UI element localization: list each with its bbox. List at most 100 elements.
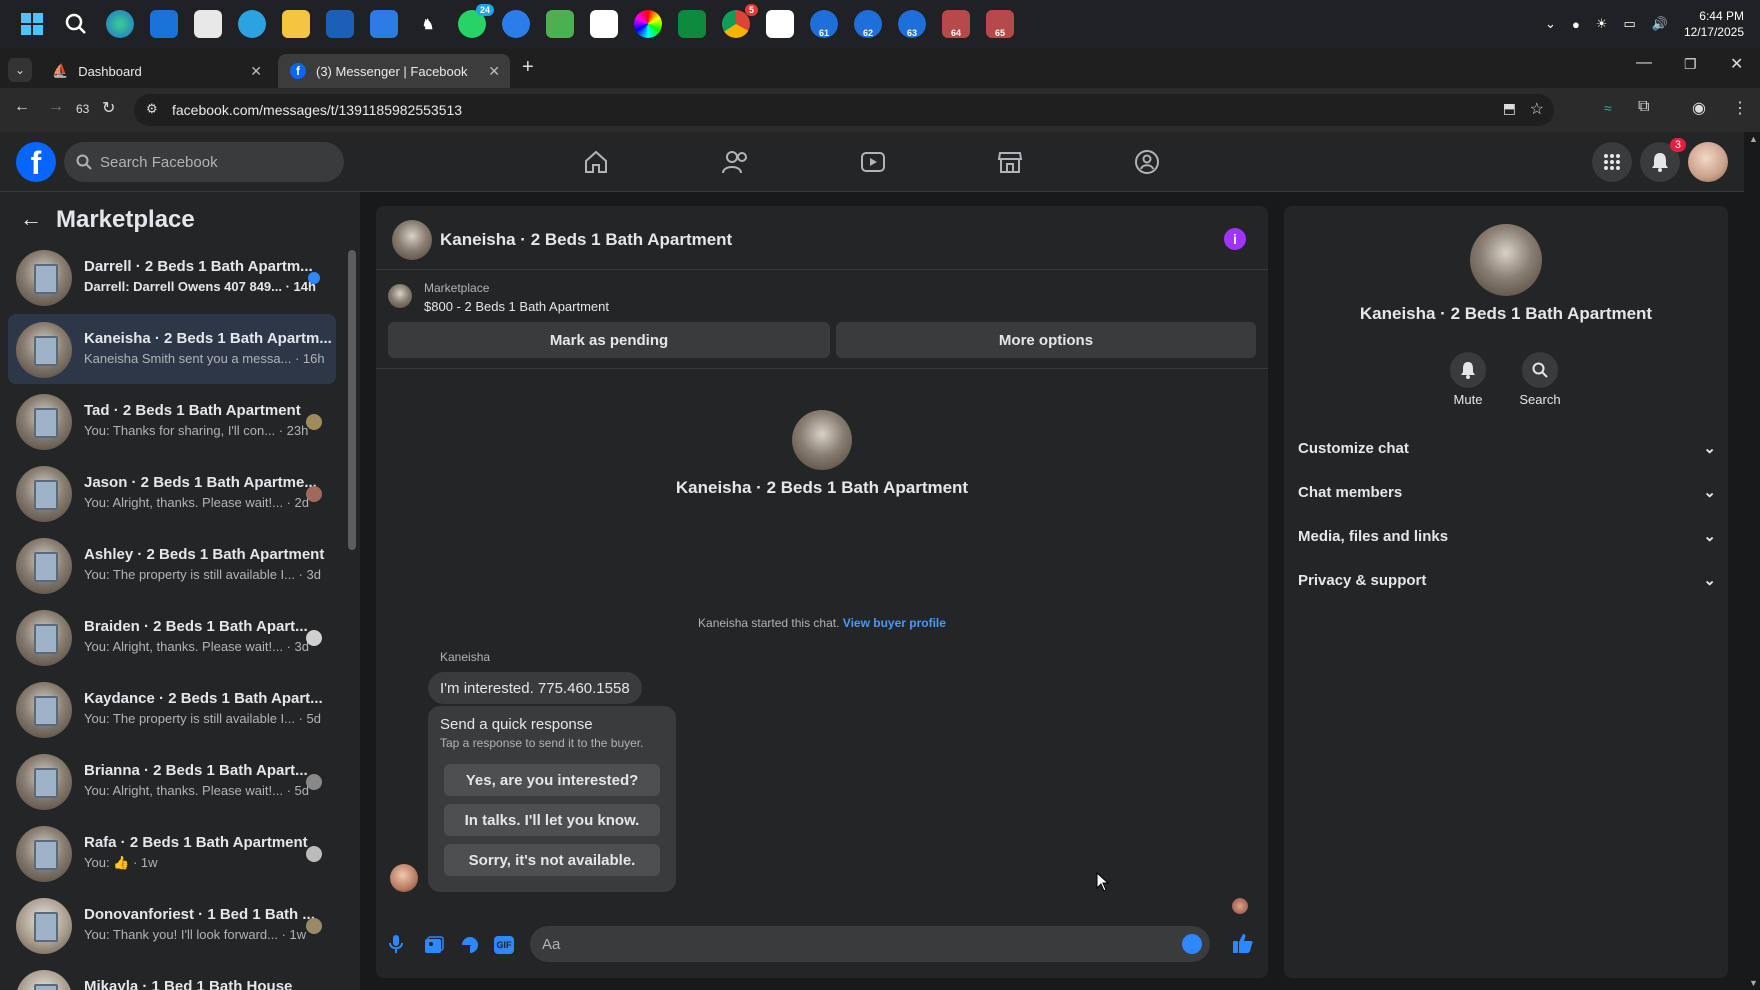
scroll-down-icon[interactable]: ▼ — [1749, 978, 1758, 988]
quick-reply-button[interactable]: In talks. I'll let you know. — [444, 804, 660, 836]
edge-profile-63-icon[interactable]: 63 — [898, 10, 926, 38]
lock-app-icon[interactable] — [546, 10, 574, 38]
chat-center-avatar[interactable] — [792, 410, 852, 470]
conversation-item-darrell[interactable]: Darrell · 2 Beds 1 Bath Apartm... Darrel… — [8, 242, 336, 312]
account-avatar[interactable] — [1688, 142, 1728, 182]
file-explorer-icon[interactable] — [282, 10, 310, 38]
display-icon[interactable]: ▭ — [1623, 16, 1635, 32]
back-icon[interactable]: ← — [14, 98, 30, 116]
page-scrollbar[interactable]: ▲ ▼ — [1746, 132, 1760, 990]
tab-messenger[interactable]: f (3) Messenger | Facebook ✕ — [278, 54, 510, 88]
figure-app-icon[interactable]: ♞ — [414, 10, 442, 38]
reload-icon[interactable]: ↻ — [102, 98, 115, 118]
sailing-app-icon-2[interactable] — [766, 10, 794, 38]
chat-title[interactable]: Kaneisha · 2 Beds 1 Bath Apartment — [440, 230, 732, 250]
extension-icon[interactable]: ≈ — [1604, 100, 1612, 116]
friends-nav-icon[interactable] — [716, 144, 756, 180]
edge-profile-65-icon[interactable]: 65 — [986, 10, 1014, 38]
emoji-icon[interactable] — [1182, 934, 1202, 954]
groups-nav-icon[interactable] — [1127, 144, 1167, 180]
conversation-item-kaydance[interactable]: Kaydance · 2 Beds 1 Bath Apart... You: T… — [8, 674, 336, 744]
conversation-item-mikayla[interactable]: Mikayla · 1 Bed 1 Bath House — [8, 962, 336, 990]
edge-browser-icon[interactable] — [106, 10, 134, 38]
mute-button[interactable] — [1450, 352, 1486, 388]
customize-chat-row[interactable]: Customize chat ⌄ — [1298, 428, 1716, 468]
store-icon[interactable] — [194, 10, 222, 38]
telegram-icon[interactable] — [238, 10, 266, 38]
color-wheel-icon[interactable] — [634, 10, 662, 38]
bookmark-star-icon[interactable]: ☆ — [1530, 99, 1544, 119]
more-options-button[interactable]: More options — [836, 322, 1256, 358]
minimize-window-icon[interactable]: — — [1636, 54, 1652, 72]
sailing-app-icon[interactable] — [590, 10, 618, 38]
install-app-icon[interactable]: ⬒ — [1503, 100, 1516, 117]
restore-window-icon[interactable]: ❐ — [1684, 56, 1697, 73]
privacy-support-row[interactable]: Privacy & support ⌄ — [1298, 560, 1716, 600]
profile-icon[interactable]: ◉ — [1692, 98, 1706, 118]
tab-list-dropdown-icon[interactable]: ⌄ — [8, 58, 32, 82]
conversation-item-braiden[interactable]: Braiden · 2 Beds 1 Bath Apart... You: Al… — [8, 602, 336, 672]
menu-kebab-icon[interactable]: ⋮ — [1732, 98, 1748, 118]
edge-profile-64-icon[interactable]: 64 — [942, 10, 970, 38]
outlook-icon[interactable] — [150, 10, 178, 38]
oo-app-icon[interactable] — [678, 10, 706, 38]
app-icon[interactable] — [370, 10, 398, 38]
close-tab-icon[interactable]: ✕ — [250, 63, 262, 80]
quick-reply-button[interactable]: Yes, are you interested? — [444, 764, 660, 796]
chrome-icon[interactable]: 5 — [722, 4, 758, 38]
sticker-icon[interactable] — [460, 935, 480, 960]
microphone-icon[interactable] — [388, 934, 404, 959]
conversation-scrollbar[interactable] — [348, 244, 356, 804]
listing-detail[interactable]: $800 - 2 Beds 1 Bath Apartment — [424, 299, 609, 314]
brightness-icon[interactable]: ☀ — [1596, 16, 1608, 32]
scroll-up-icon[interactable]: ▲ — [1749, 134, 1758, 144]
conversation-item-donovanforiest[interactable]: Donovanforiest · 1 Bed 1 Bath ... You: T… — [8, 890, 336, 960]
mark-as-pending-button[interactable]: Mark as pending — [388, 322, 830, 358]
listing-thumb[interactable] — [388, 284, 412, 308]
close-tab-icon[interactable]: ✕ — [488, 63, 500, 80]
notepad-icon[interactable] — [326, 10, 354, 38]
marketplace-nav-icon[interactable] — [990, 144, 1030, 180]
forward-icon[interactable]: → — [48, 98, 64, 116]
conversation-item-kaneisha[interactable]: Kaneisha · 2 Beds 1 Bath Apartm... Kanei… — [8, 314, 336, 384]
clock[interactable]: 6:44 PM 12/17/2025 — [1684, 8, 1744, 40]
facebook-search-input[interactable]: Search Facebook — [64, 142, 344, 182]
notifications-button[interactable]: 3 — [1640, 138, 1686, 182]
address-bar[interactable]: ⚙ facebook.com/messages/t/13911859825535… — [134, 94, 1554, 126]
chevron-up-icon[interactable]: ⌄ — [1545, 16, 1556, 32]
tab-dashboard[interactable]: ⛵ Dashboard ✕ — [40, 54, 272, 88]
security-icon[interactable]: ● — [1572, 17, 1580, 32]
site-info-icon[interactable]: ⚙ — [146, 101, 158, 117]
conversation-item-jason[interactable]: Jason · 2 Beds 1 Bath Apartme... You: Al… — [8, 458, 336, 528]
info-icon[interactable]: i — [1224, 228, 1246, 250]
search-icon[interactable] — [62, 10, 90, 38]
edge-profile-62-icon[interactable]: 62 — [854, 10, 882, 38]
chat-members-row[interactable]: Chat members ⌄ — [1298, 472, 1716, 512]
conversation-item-brianna[interactable]: Brianna · 2 Beds 1 Bath Apart... You: Al… — [8, 746, 336, 816]
video-nav-icon[interactable] — [853, 144, 893, 180]
back-arrow-icon[interactable]: ← — [20, 206, 42, 232]
home-nav-icon[interactable] — [576, 144, 616, 180]
quick-reply-button[interactable]: Sorry, it's not available. — [444, 844, 660, 876]
close-window-icon[interactable]: ✕ — [1730, 54, 1743, 74]
extensions-puzzle-icon[interactable]: ⧉ — [1638, 98, 1649, 116]
windows-start-icon[interactable] — [18, 10, 46, 38]
message-bubble[interactable]: I'm interested. 775.460.1558 — [428, 672, 642, 704]
conversation-item-rafa[interactable]: Rafa · 2 Beds 1 Bath Apartment You: 👍 · … — [8, 818, 336, 888]
photo-icon[interactable] — [424, 936, 444, 959]
scrollbar-thumb[interactable] — [348, 250, 356, 550]
view-buyer-profile-link[interactable]: View buyer profile — [843, 616, 946, 630]
info-avatar[interactable] — [1470, 224, 1542, 296]
menu-grid-button[interactable] — [1592, 142, 1632, 182]
media-files-links-row[interactable]: Media, files and links ⌄ — [1298, 516, 1716, 556]
message-input[interactable]: Aa — [530, 926, 1210, 962]
volume-icon[interactable]: 🔊 — [1652, 16, 1668, 32]
edge-profile-61-icon[interactable]: 61 — [810, 10, 838, 38]
conversation-item-tad[interactable]: Tad · 2 Beds 1 Bath Apartment You: Thank… — [8, 386, 336, 456]
facebook-logo-icon[interactable]: f — [16, 142, 56, 182]
sender-avatar[interactable] — [390, 864, 418, 892]
search-in-chat-button[interactable] — [1522, 352, 1558, 388]
conversation-item-ashley[interactable]: Ashley · 2 Beds 1 Bath Apartment You: Th… — [8, 530, 336, 600]
whatsapp-icon[interactable]: 24 — [458, 4, 494, 38]
thumbs-up-icon[interactable] — [1232, 932, 1254, 959]
